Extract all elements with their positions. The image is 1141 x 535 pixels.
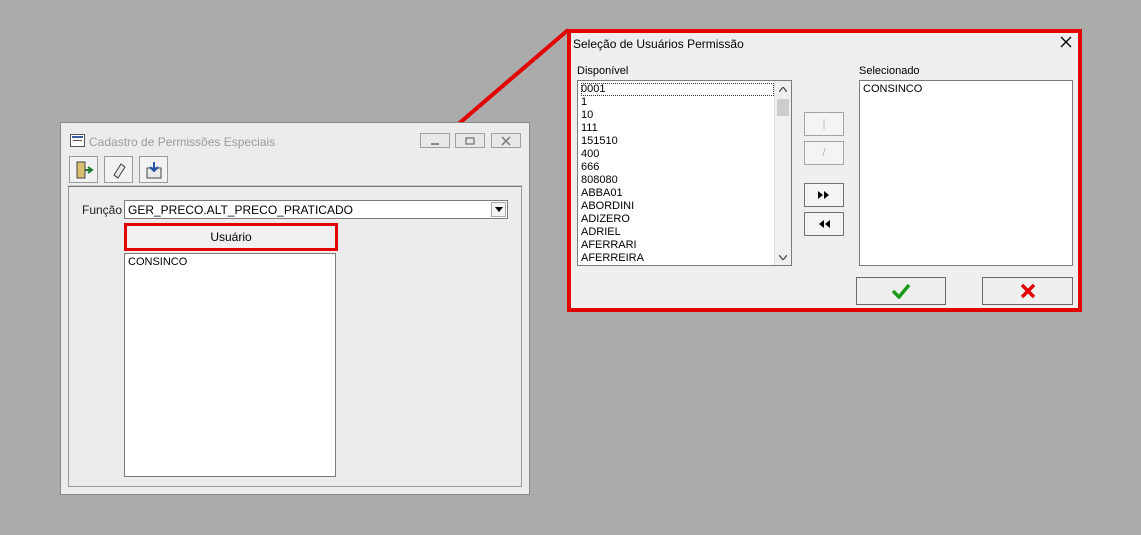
checkmark-icon [891, 283, 911, 299]
close-button[interactable] [491, 133, 521, 148]
disponivel-list[interactable]: 0001 1 10 111 151510 400 666 808080 ABBA… [577, 80, 792, 266]
minimize-icon [431, 142, 439, 145]
list-item[interactable]: 111 [581, 122, 774, 135]
scroll-up-button[interactable] [775, 81, 791, 97]
selecionado-list[interactable]: CONSINCO [859, 80, 1073, 266]
disponivel-items: 0001 1 10 111 151510 400 666 808080 ABBA… [581, 83, 774, 265]
double-chevron-right-icon [818, 191, 829, 199]
eraser-icon [112, 162, 126, 179]
minimize-button[interactable] [420, 133, 450, 148]
remove-all-button[interactable] [804, 212, 844, 236]
list-item[interactable]: ABORDINI [581, 200, 774, 213]
dialog-title: Seleção de Usuários Permissão [573, 37, 744, 51]
maximize-button[interactable] [455, 133, 485, 148]
exit-door-icon [76, 161, 94, 178]
dialog-close-button[interactable] [1060, 35, 1072, 52]
permissoes-especiais-window: Cadastro de Permissões Especiais Função … [60, 122, 530, 495]
window-form-icon [70, 134, 85, 147]
exit-button[interactable] [69, 156, 98, 183]
double-chevron-left-icon [819, 220, 830, 228]
window-title: Cadastro de Permissões Especiais [89, 135, 276, 149]
list-item[interactable]: 151510 [581, 135, 774, 148]
list-item[interactable]: 1 [581, 96, 774, 109]
list-item[interactable]: ABBA01 [581, 187, 774, 200]
toolbar [67, 154, 523, 186]
funcao-dropdown-button[interactable] [491, 202, 506, 217]
selecao-usuarios-dialog: Seleção de Usuários Permissão Disponível… [567, 29, 1082, 312]
usuario-column-header[interactable]: Usuário [124, 223, 338, 251]
list-item[interactable]: 10 [581, 109, 774, 122]
cancel-button[interactable] [982, 277, 1073, 305]
save-disk-icon [146, 161, 161, 178]
list-item[interactable]: ADRIEL [581, 226, 774, 239]
close-icon [1060, 36, 1072, 48]
list-item[interactable]: ADIZERO [581, 213, 774, 226]
list-item[interactable]: 400 [581, 148, 774, 161]
list-item[interactable]: CONSINCO [863, 83, 922, 96]
chevron-down-icon [779, 254, 787, 260]
list-item[interactable]: AFERRARI [581, 239, 774, 252]
restore-icon [465, 136, 475, 145]
funcao-select[interactable]: GER_PRECO.ALT_PRECO_PRATICADO [124, 200, 508, 219]
chevron-down-icon [494, 207, 503, 212]
remove-one-button[interactable]: / [804, 141, 844, 165]
x-cancel-icon [1020, 283, 1035, 299]
clear-button[interactable] [104, 156, 133, 183]
add-one-button[interactable]: | [804, 112, 844, 136]
selecionado-label: Selecionado [859, 65, 920, 77]
ok-button[interactable] [856, 277, 946, 305]
list-item[interactable]: 808080 [581, 174, 774, 187]
usuario-list[interactable]: CONSINCO [124, 253, 336, 477]
list-item[interactable]: 0001 [581, 83, 774, 96]
list-item[interactable]: CONSINCO [128, 256, 187, 269]
save-button[interactable] [139, 156, 168, 183]
list-item[interactable]: 666 [581, 161, 774, 174]
scroll-thumb[interactable] [777, 99, 789, 116]
funcao-select-value: GER_PRECO.ALT_PRECO_PRATICADO [128, 203, 353, 217]
close-icon [501, 135, 511, 146]
disponivel-label: Disponível [577, 65, 629, 77]
list-item[interactable]: AFERREIRA [581, 252, 774, 265]
add-all-button[interactable] [804, 183, 844, 207]
disponivel-scrollbar[interactable] [774, 81, 791, 265]
scroll-down-button[interactable] [775, 249, 791, 265]
funcao-label: Função [82, 203, 123, 217]
chevron-up-icon [779, 86, 787, 92]
